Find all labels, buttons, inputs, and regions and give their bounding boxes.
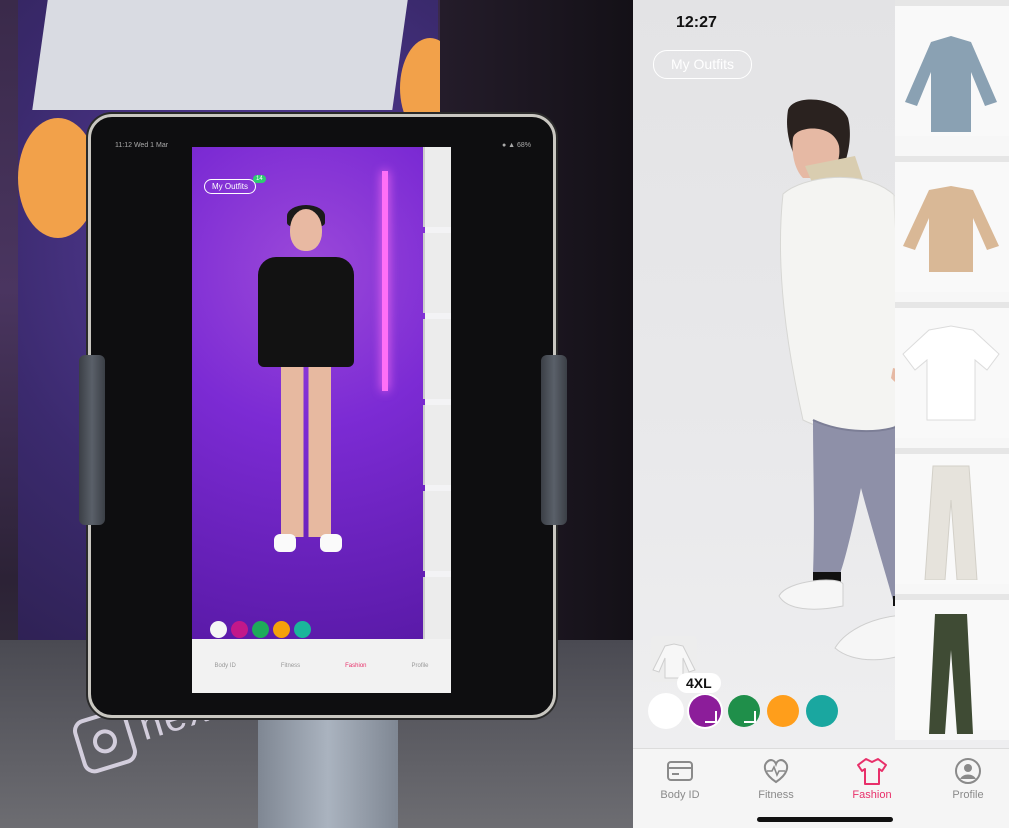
- denim-shirt-icon: [905, 36, 997, 132]
- poster-print: [32, 0, 408, 110]
- tab-profile[interactable]: Profile: [921, 749, 1009, 801]
- avatar-shoe: [274, 534, 296, 552]
- user-icon: [955, 758, 981, 784]
- avatar-head: [290, 209, 322, 251]
- my-outfits-button[interactable]: My Outfits: [653, 50, 752, 79]
- neon-light: [382, 171, 388, 391]
- garment-rail: [895, 0, 1009, 740]
- decor-blob: [18, 118, 98, 238]
- tab-label: Profile: [952, 789, 984, 801]
- white-tshirt-icon: [902, 325, 1000, 421]
- tablet-screen: My Outfits 14 Body ID Fitness Fashion Pr…: [192, 147, 451, 693]
- tablet-outfits-count-badge: 14: [253, 175, 266, 183]
- size-badge: 4XL: [677, 673, 721, 693]
- tablet-my-outfits-button[interactable]: My Outfits: [204, 179, 257, 194]
- tablet-avatar: [246, 205, 366, 589]
- tablet-rail-item[interactable]: [423, 233, 451, 313]
- rail-item-cream-trousers[interactable]: [895, 448, 1009, 584]
- tablet-tab-fashion[interactable]: Fashion: [345, 663, 366, 669]
- card-icon: [667, 761, 693, 781]
- status-time: 12:27: [676, 14, 717, 31]
- home-indicator: [757, 817, 893, 822]
- tablet-color-swatches: [210, 621, 311, 638]
- tablet-garment-rail: [423, 147, 451, 657]
- rail-item-beige-sweater[interactable]: [895, 156, 1009, 292]
- swatch-purple[interactable]: [689, 695, 721, 727]
- avatar-legs: [281, 367, 331, 537]
- swatch-orange[interactable]: [767, 695, 799, 727]
- tab-body-id[interactable]: Body ID: [633, 749, 727, 801]
- rail-item-white-tshirt[interactable]: [895, 302, 1009, 438]
- swatch-white[interactable]: [650, 695, 682, 727]
- cream-trousers-icon: [924, 465, 978, 580]
- avatar-black-tshirt: [258, 257, 354, 367]
- rail-item-olive-trousers[interactable]: [895, 594, 1009, 734]
- tablet-rail-item[interactable]: [423, 491, 451, 571]
- tablet-rail-item[interactable]: [423, 405, 451, 485]
- tablet-rail-item[interactable]: [423, 147, 451, 227]
- tablet-tab-body-id[interactable]: Body ID: [214, 663, 235, 669]
- olive-trousers-icon: [929, 614, 973, 734]
- tab-label: Fashion: [852, 789, 892, 801]
- rail-item-denim-shirt[interactable]: [895, 0, 1009, 136]
- swatch-teal[interactable]: [806, 695, 838, 727]
- tablet-tab-bar: Body ID Fitness Fashion Profile: [192, 639, 451, 693]
- tshirt-icon: [857, 758, 887, 785]
- tablet-clamp-left: [79, 355, 105, 525]
- tab-bar: Body ID Fitness Fashion Profile: [633, 748, 1009, 828]
- tablet-device: 11:12 Wed 1 Mar ● ▲ 68% My Outfits 14 Bo…: [79, 114, 567, 718]
- tablet-swatch[interactable]: [231, 621, 248, 638]
- tablet-clamp-right: [541, 355, 567, 525]
- tab-fashion[interactable]: Fashion: [825, 749, 919, 801]
- tab-fitness[interactable]: Fitness: [729, 749, 823, 801]
- beige-sweater-icon: [903, 186, 999, 272]
- tablet-tab-profile[interactable]: Profile: [411, 663, 428, 669]
- tablet-swatch[interactable]: [294, 621, 311, 638]
- app-screenshot: 12:27 4G ⚡ My Outfits: [633, 0, 1009, 828]
- tablet-status-left: 11:12 Wed 1 Mar: [115, 142, 169, 149]
- tab-label: Fitness: [758, 789, 794, 801]
- tablet-stand: [258, 705, 398, 828]
- photo-panel: nexi 11:12 Wed 1 Mar ● ▲ 68% My Outfits …: [0, 0, 633, 828]
- tablet-swatch[interactable]: [252, 621, 269, 638]
- color-swatches: [650, 695, 838, 727]
- heart-pulse-icon: [763, 759, 789, 784]
- avatar-shoe: [320, 534, 342, 552]
- swatch-green[interactable]: [728, 695, 760, 727]
- tablet-tab-fitness[interactable]: Fitness: [281, 663, 300, 669]
- tablet-rail-item[interactable]: [423, 319, 451, 399]
- tab-label: Body ID: [660, 789, 700, 801]
- tablet-swatch[interactable]: [273, 621, 290, 638]
- tablet-swatch[interactable]: [210, 621, 227, 638]
- tablet-status-right: ● ▲ 68%: [501, 142, 531, 149]
